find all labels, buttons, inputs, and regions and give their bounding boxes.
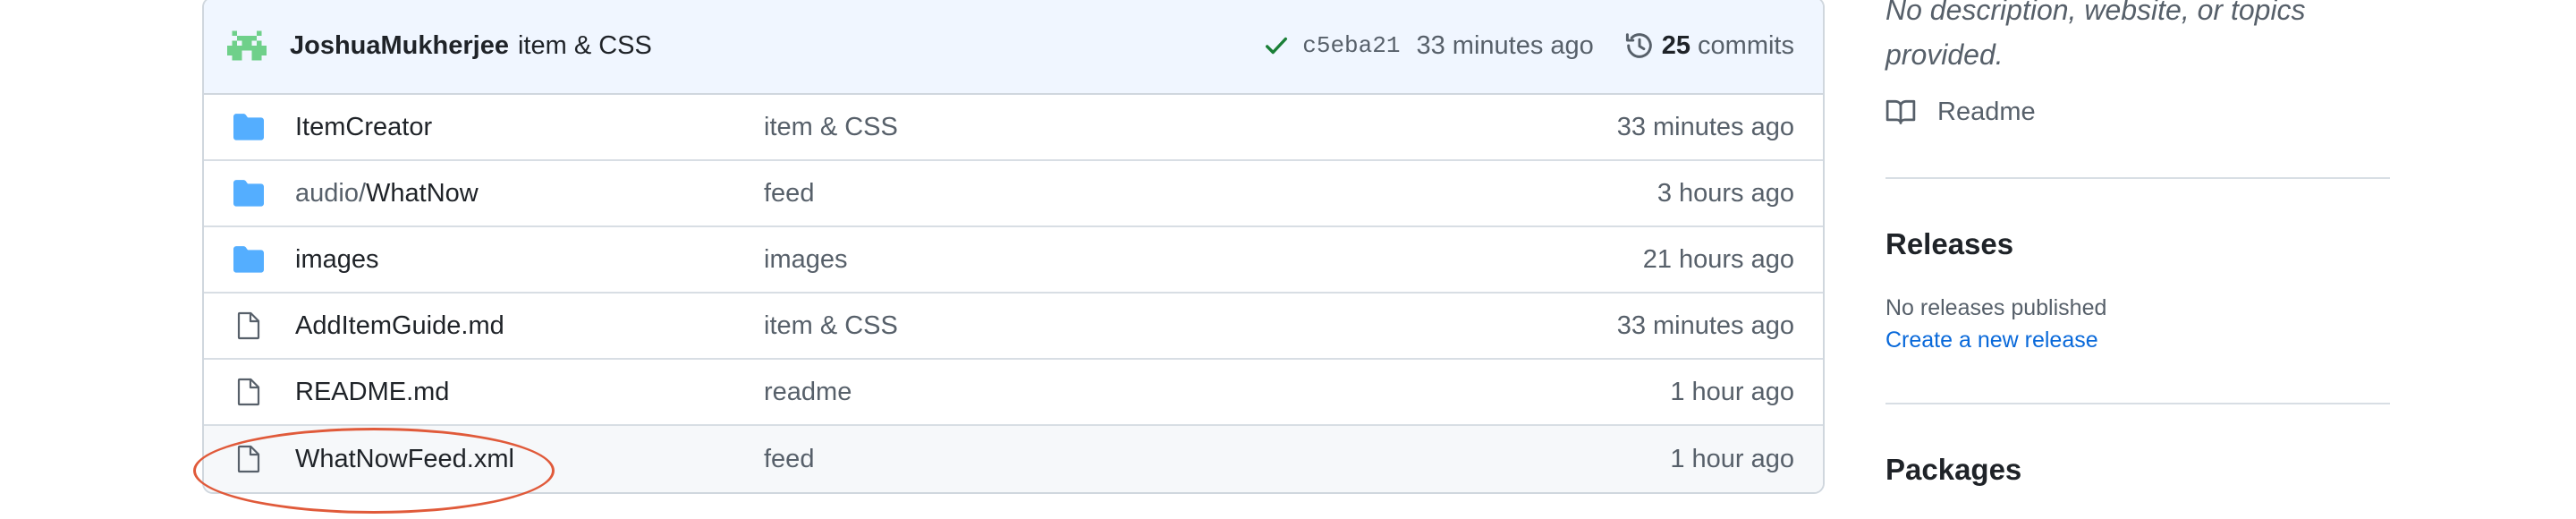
file-commit-time: 1 hour ago [1670, 377, 1794, 406]
commit-message-link[interactable]: item & CSS [518, 31, 652, 61]
file-commit-message-link[interactable]: item & CSS [764, 311, 1617, 341]
file-commit-time: 33 minutes ago [1616, 311, 1794, 340]
folder-icon [233, 111, 265, 143]
file-row-itemcreator[interactable]: ItemCreator item & CSS 33 minutes ago [204, 95, 1823, 161]
file-commit-message-link[interactable]: readme [764, 378, 1670, 407]
commit-sha-link[interactable]: c5eba21 [1302, 32, 1400, 59]
commits-label[interactable]: commits [1698, 31, 1794, 61]
file-commit-message-link[interactable]: images [764, 245, 1643, 275]
releases-title[interactable]: Releases [1885, 227, 2013, 261]
file-name-link[interactable]: audio/WhatNow [295, 179, 764, 208]
folder-icon [233, 177, 265, 209]
file-name-link[interactable]: README.md [295, 378, 764, 407]
file-row-whatnowfeed[interactable]: WhatNowFeed.xml feed 1 hour ago [204, 426, 1823, 492]
sidebar-divider [1885, 177, 2390, 179]
avatar[interactable] [227, 26, 267, 65]
file-commit-message-link[interactable]: feed [764, 445, 1670, 474]
create-release-link[interactable]: Create a new release [1885, 328, 2098, 353]
sidebar-divider [1885, 403, 2390, 404]
file-commit-message-link[interactable]: feed [764, 179, 1657, 208]
releases-empty-text: No releases published [1885, 295, 2107, 320]
about-description: No description, website, or topics provi… [1885, 0, 2306, 71]
packages-title[interactable]: Packages [1885, 453, 2021, 487]
file-row-audio-whatnow[interactable]: audio/WhatNow feed 3 hours ago [204, 161, 1823, 227]
file-commit-time: 3 hours ago [1657, 178, 1794, 208]
file-row-images[interactable]: images images 21 hours ago [204, 227, 1823, 294]
file-commit-time: 33 minutes ago [1616, 112, 1794, 141]
readme-label: Readme [1937, 97, 2036, 126]
file-icon [233, 443, 265, 475]
file-row-readme[interactable]: README.md readme 1 hour ago [204, 360, 1823, 426]
check-icon[interactable] [1263, 32, 1290, 59]
folder-icon [233, 243, 265, 276]
latest-commit-bar: JoshuaMukherjee item & CSS c5eba21 33 mi… [204, 0, 1823, 95]
history-icon[interactable] [1624, 30, 1655, 61]
book-icon [1885, 99, 1916, 124]
file-name-link[interactable]: images [295, 245, 764, 275]
commits-count[interactable]: 25 [1662, 31, 1690, 61]
file-commit-time: 21 hours ago [1642, 244, 1794, 274]
file-commit-message-link[interactable]: item & CSS [764, 113, 1617, 142]
file-list: JoshuaMukherjee item & CSS c5eba21 33 mi… [202, 0, 1825, 494]
file-name-link[interactable]: ItemCreator [295, 113, 764, 142]
file-icon [233, 310, 265, 342]
file-row-additemguide[interactable]: AddItemGuide.md item & CSS 33 minutes ag… [204, 294, 1823, 360]
commit-time: 33 minutes ago [1416, 30, 1594, 60]
file-name-link[interactable]: AddItemGuide.md [295, 311, 764, 341]
commit-author-link[interactable]: JoshuaMukherjee [290, 31, 509, 61]
file-icon [233, 376, 265, 408]
readme-link[interactable]: Readme [1885, 97, 2036, 127]
file-name-link[interactable]: WhatNowFeed.xml [295, 445, 764, 474]
file-commit-time: 1 hour ago [1670, 444, 1794, 473]
